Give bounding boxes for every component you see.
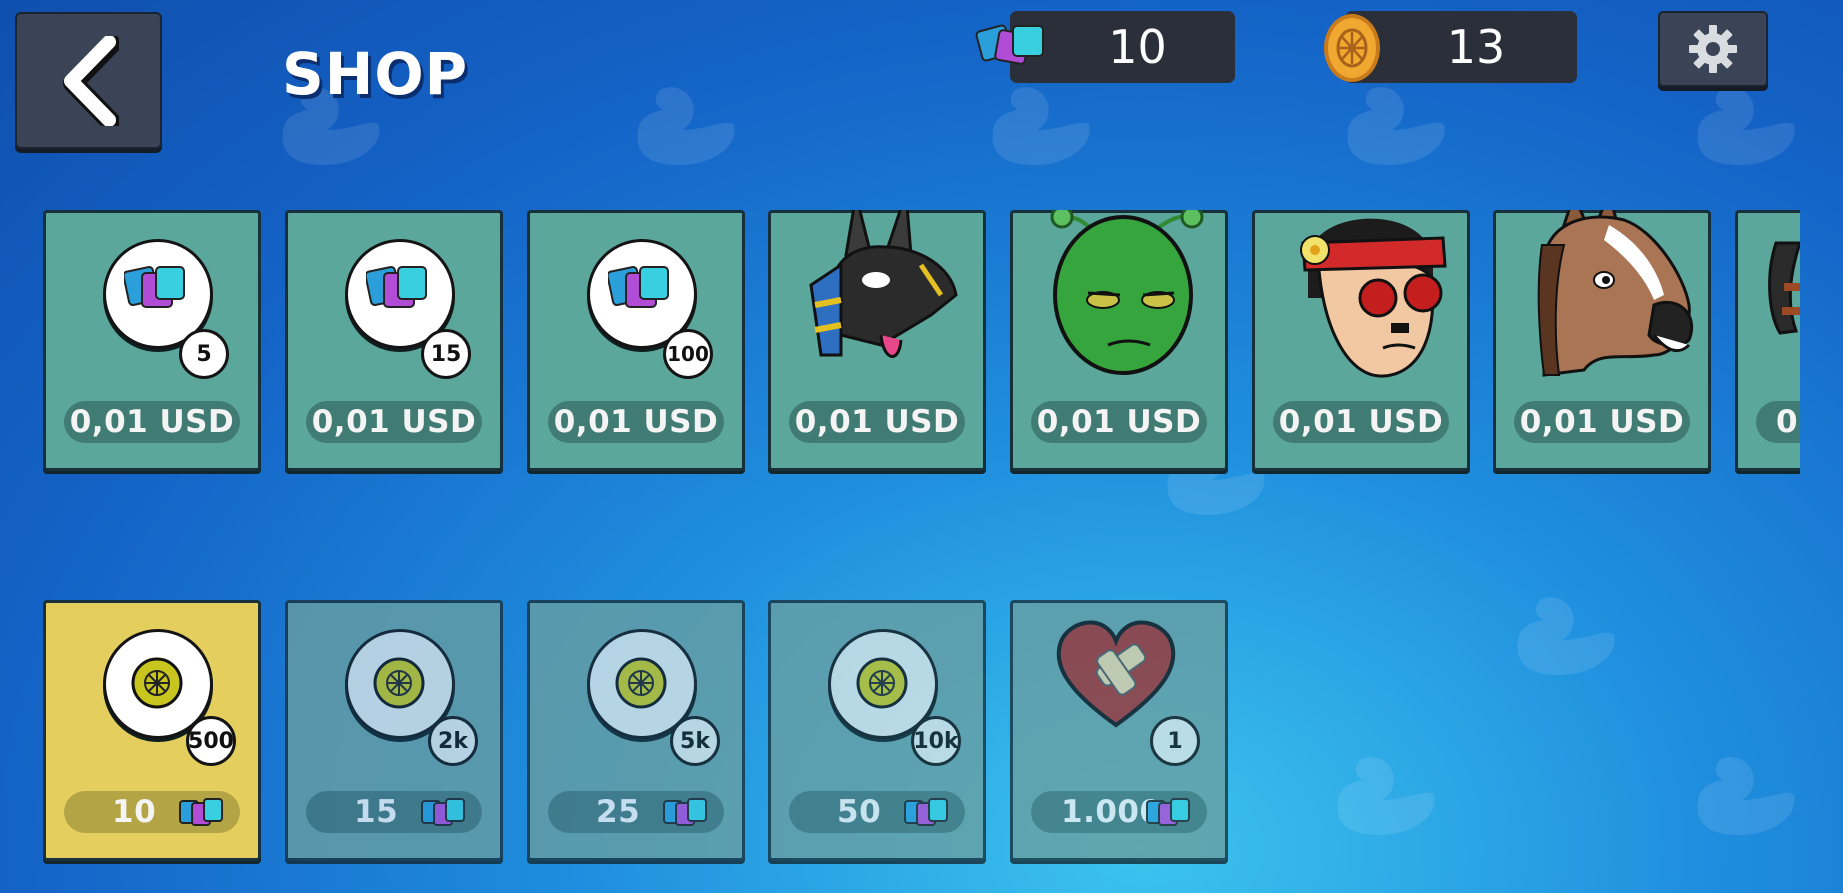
quantity-badge: 500 xyxy=(186,716,236,766)
price-label: 0,01 USD xyxy=(548,401,724,443)
gem-icon xyxy=(179,798,223,826)
partial-skin-icon xyxy=(1768,241,1800,335)
shop-item-skin-anubis[interactable]: 0,01 USD xyxy=(768,210,986,471)
gem-icon xyxy=(1146,798,1190,826)
shop-item-coins-2k[interactable]: 2k 15 xyxy=(285,600,503,861)
price-label: 0,01 USD xyxy=(64,401,240,443)
shop-item-skin-hippie[interactable]: 0,01 USD xyxy=(1252,210,1470,471)
shop-item-gems-5[interactable]: 5 0,01 USD xyxy=(43,210,261,471)
anubis-head-icon xyxy=(809,210,958,358)
chevron-left-icon xyxy=(62,35,119,126)
back-button[interactable] xyxy=(15,12,162,149)
price-label: 0,01 USD xyxy=(1514,401,1690,443)
quantity-badge: 5k xyxy=(670,716,720,766)
quantity-badge: 5 xyxy=(179,329,229,379)
cost-label: 10 xyxy=(64,791,240,833)
price-label: 0,01 USD xyxy=(1756,401,1800,443)
page-title: SHOP xyxy=(282,40,469,108)
coin-icon xyxy=(615,657,667,709)
shop-item-skin-alien[interactable]: 0,01 USD xyxy=(1010,210,1228,471)
gem-icon xyxy=(904,798,948,826)
coin-count: 13 xyxy=(1446,20,1506,74)
gear-icon xyxy=(1689,25,1737,73)
gem-icon xyxy=(975,24,1044,65)
duck-watermark-icon xyxy=(637,87,735,165)
duck-watermark-icon xyxy=(992,87,1090,165)
horse-head-icon xyxy=(1537,210,1694,377)
quantity-badge: 1 xyxy=(1150,716,1200,766)
shop-item-gems-15[interactable]: 15 0,01 USD xyxy=(285,210,503,471)
shop-item-extra-life[interactable]: 1 1.000 xyxy=(1010,600,1228,861)
shop-item-skin-partial[interactable]: 0,01 USD xyxy=(1735,210,1800,471)
hippie-head-icon xyxy=(1300,218,1447,378)
real-money-row: 5 0,01 USD 15 0,01 USD 100 0,01 USD 0,01… xyxy=(0,210,1800,480)
cost-label: 50 xyxy=(789,791,965,833)
coin-icon xyxy=(1324,14,1380,82)
cost-label: 25 xyxy=(548,791,724,833)
cost-value: 25 xyxy=(596,794,641,830)
cost-label: 15 xyxy=(306,791,482,833)
shop-item-skin-horse[interactable]: 0,01 USD xyxy=(1493,210,1711,471)
coin-icon xyxy=(131,657,183,709)
bandaged-heart-icon xyxy=(1056,620,1176,728)
cost-label: 1.000 xyxy=(1031,791,1207,833)
gem-count: 10 xyxy=(1108,20,1167,74)
alien-head-icon xyxy=(1050,210,1204,375)
price-label: 0,01 USD xyxy=(1273,401,1449,443)
quantity-badge: 15 xyxy=(421,329,471,379)
gem-icon xyxy=(124,265,185,308)
gem-shop-row: 500 10 2k 15 5k 25 10k 50 1 1.000 xyxy=(0,600,1800,870)
coin-icon xyxy=(373,657,425,709)
quantity-badge: 100 xyxy=(663,329,713,379)
coin-icon xyxy=(856,657,908,709)
gem-icon xyxy=(366,265,427,308)
gem-icon xyxy=(421,798,465,826)
price-label: 0,01 USD xyxy=(306,401,482,443)
price-label: 0,01 USD xyxy=(789,401,965,443)
gem-icon xyxy=(663,798,707,826)
shop-item-coins-5k[interactable]: 5k 25 xyxy=(527,600,745,861)
cost-value: 15 xyxy=(354,794,399,830)
shop-item-coins-10k[interactable]: 10k 50 xyxy=(768,600,986,861)
gem-icon xyxy=(608,265,669,308)
quantity-badge: 10k xyxy=(911,716,961,766)
cost-value: 50 xyxy=(837,794,882,830)
quantity-badge: 2k xyxy=(428,716,478,766)
cost-value: 10 xyxy=(112,794,157,830)
shop-item-gems-100[interactable]: 100 0,01 USD xyxy=(527,210,745,471)
shop-item-coins-500[interactable]: 500 10 xyxy=(43,600,261,861)
settings-button[interactable] xyxy=(1658,11,1768,87)
price-label: 0,01 USD xyxy=(1031,401,1207,443)
